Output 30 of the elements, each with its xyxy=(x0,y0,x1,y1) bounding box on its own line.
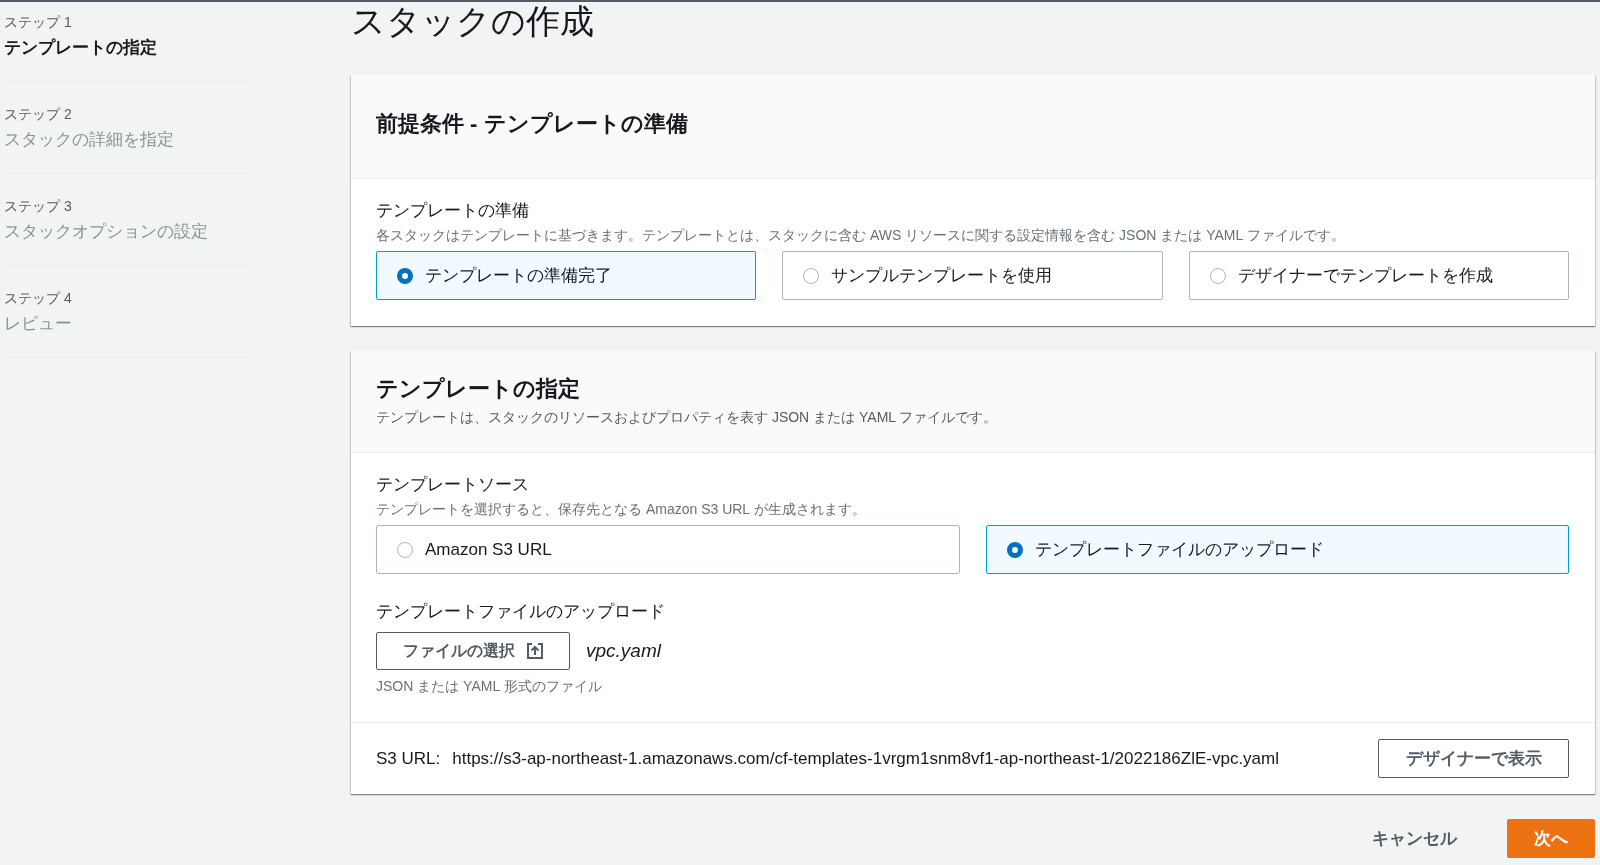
step-label: ステップ 4 xyxy=(4,289,73,308)
field-hint: JSON または YAML 形式のファイル xyxy=(376,677,603,696)
view-in-designer-button[interactable]: デザイナーで表示 xyxy=(1378,739,1569,778)
cancel-button[interactable]: キャンセル xyxy=(1352,819,1477,858)
radio-option[interactable]: テンプレートファイルのアップロード xyxy=(985,525,1569,574)
step-label: ステップ 1 xyxy=(4,13,73,32)
upload-icon xyxy=(527,643,543,659)
field-label: テンプレートファイルのアップロード xyxy=(376,601,666,623)
choose-file-button[interactable]: ファイルの選択 xyxy=(376,632,570,670)
radio-option[interactable]: テンプレートの準備完了 xyxy=(376,251,757,300)
field-description: テンプレートを選択すると、保存先となる Amazon S3 URL が生成されます。 xyxy=(376,500,867,519)
step-label: ステップ 3 xyxy=(4,197,73,216)
step-title: スタックの詳細を指定 xyxy=(4,129,175,151)
step-title: テンプレートの指定 xyxy=(4,37,158,59)
page-title: スタックの作成 xyxy=(351,2,595,40)
field-description: 各スタックはテンプレートに基づきます。テンプレートとは、スタックに含む AWS リソースに関する設定情報を含む JSON または YAML ファイルです。 xyxy=(376,226,1346,245)
radio-option[interactable]: サンプルテンプレートを使用 xyxy=(782,251,1163,300)
panel-description: テンプレートは、スタックのリソースおよびプロパティを表す JSON または YAML ファイルです。 xyxy=(376,408,999,427)
step-label: ステップ 2 xyxy=(4,105,73,124)
step-title: レビュー xyxy=(4,313,73,335)
field-label: テンプレートソース xyxy=(376,474,530,496)
file-name: vpc.yaml xyxy=(586,640,661,662)
url-text: https://s3-ap-northeast-1.amazonaws.com/cf-templates-1vrgm1snm8vf1-ap-northeast-1/2022186ZlE-vpc.yaml xyxy=(452,748,1280,769)
panel-title: 前提条件 - テンプレートの準備 xyxy=(376,110,689,138)
panel-title: テンプレートの指定 xyxy=(376,375,581,403)
step-title: スタックオプションの設定 xyxy=(4,221,209,243)
radio-option[interactable]: デザイナーでテンプレートを作成 xyxy=(1188,251,1569,300)
url-label: S3 URL: xyxy=(376,748,441,769)
field-label: テンプレートの準備 xyxy=(376,200,530,222)
radio-option[interactable]: Amazon S3 URL xyxy=(376,525,960,574)
